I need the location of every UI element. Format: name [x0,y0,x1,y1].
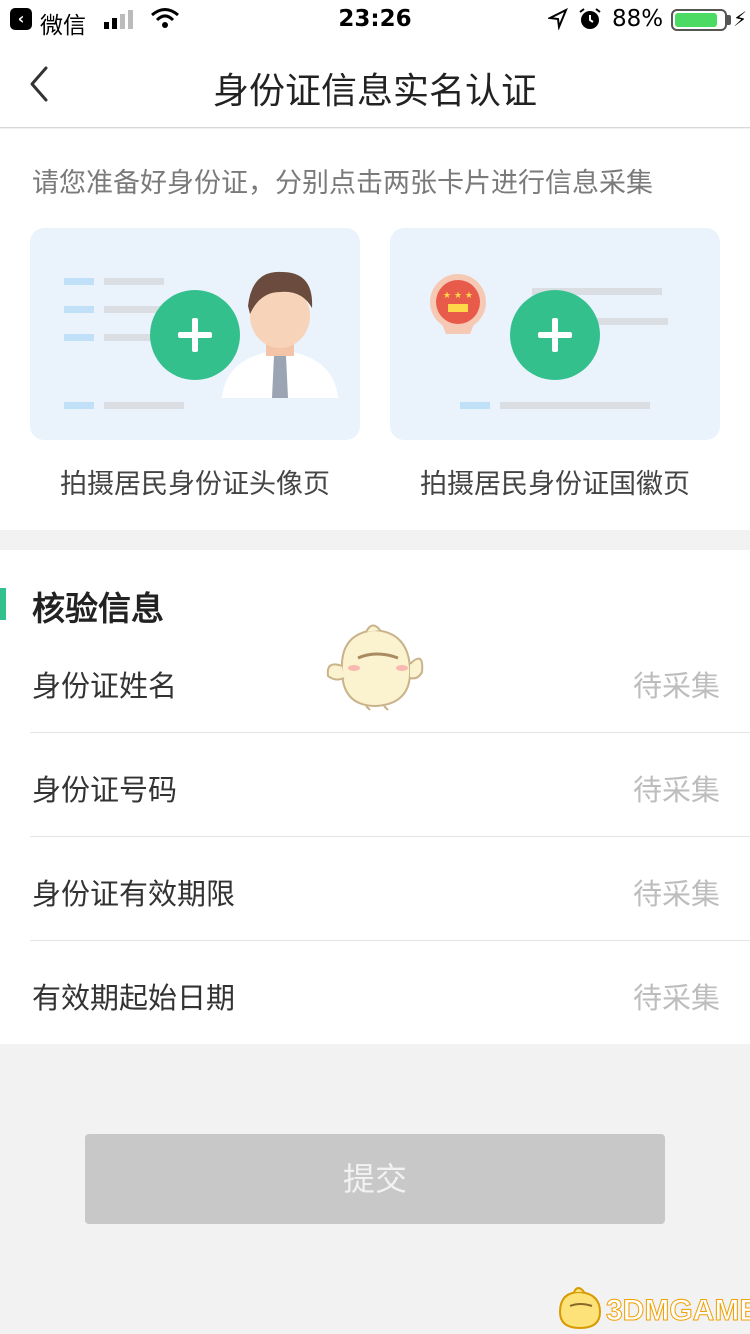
info-row-start-date: 有效期起始日期 待采集 [30,941,750,1045]
id-front-label[interactable]: 拍摄居民身份证头像页 [30,462,360,501]
id-card-front[interactable] [30,228,360,440]
svg-text:★ ★ ★: ★ ★ ★ [443,291,473,301]
capture-section: 请您准备好身份证，分别点击两张卡片进行信息采集 ★ ★ ★ 拍摄居民身份证头像页… [0,129,750,530]
row-value: 待采集 [632,877,720,911]
row-value: 待采集 [632,773,720,807]
row-value: 待采集 [632,669,720,703]
battery-percent: 88% [612,6,664,32]
info-row-validity: 身份证有效期限 待采集 [30,837,750,941]
row-value: 待采集 [632,981,720,1015]
nav-bar: 身份证信息实名认证 [0,40,750,128]
battery-fill [675,13,718,27]
row-label: 身份证姓名 [32,669,178,703]
capture-hint: 请您准备好身份证，分别点击两张卡片进行信息采集 [32,168,653,199]
battery-icon [671,9,727,31]
page-title: 身份证信息实名认证 [212,71,537,112]
submit-button[interactable]: 提交 [85,1134,665,1224]
mascot-watermark-icon [326,624,424,711]
row-label: 身份证号码 [32,773,178,807]
row-label: 身份证有效期限 [32,877,236,911]
info-row-number: 身份证号码 待采集 [30,733,750,837]
charging-icon: ⚡ [733,7,748,31]
verify-title: 核验信息 [32,589,164,628]
plus-icon[interactable] [150,290,240,380]
id-back-label[interactable]: 拍摄居民身份证国徽页 [390,462,720,501]
row-label: 有效期起始日期 [32,981,236,1015]
plus-icon[interactable] [510,290,600,380]
battery-tip [727,15,731,25]
watermark-text: 3DMGAME [605,1294,750,1328]
id-card-back[interactable]: ★ ★ ★ [390,228,720,440]
status-bar: ‹ 微信 23:26 88% ⚡ [0,0,750,40]
alarm-icon [579,8,601,29]
location-icon [548,8,568,30]
section-accent-bar [0,588,6,620]
